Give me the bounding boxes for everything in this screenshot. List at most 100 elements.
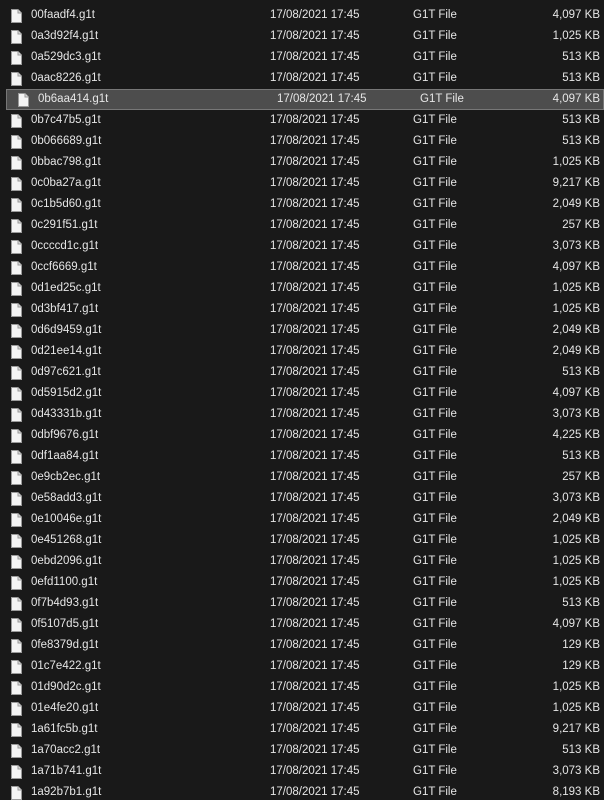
file-icon [11, 387, 22, 401]
file-row[interactable]: 0bbac798.g1t 17/08/2021 17:45 G1T File 1,02… [0, 152, 604, 173]
file-row[interactable]: 0c1b5d60.g1t 17/08/2021 17:45 G1T File 2,04… [0, 194, 604, 215]
file-icon [11, 135, 22, 149]
file-icon [11, 345, 22, 359]
file-row[interactable]: 0b6aa414.g1t 17/08/2021 17:45 G1T File 4,09… [6, 89, 604, 110]
file-row[interactable]: 1a92b7b1.g1t 17/08/2021 17:45 G1T File 8,19… [0, 782, 604, 800]
file-row[interactable]: 0ccccd1c.g1t 17/08/2021 17:45 G1T File 3,07… [0, 236, 604, 257]
file-type: G1T File [413, 261, 457, 273]
file-size: 513 KB [562, 51, 600, 63]
file-icon [11, 450, 22, 464]
file-name: 0e10046e.g1t [31, 513, 102, 525]
file-size: 1,025 KB [552, 156, 600, 168]
file-name: 0b6aa414.g1t [38, 93, 109, 105]
file-row[interactable]: 0d3bf417.g1t 17/08/2021 17:45 G1T File 1,02… [0, 299, 604, 320]
file-type: G1T File [413, 282, 457, 294]
file-size: 3,073 KB [552, 765, 600, 777]
file-icon [11, 219, 22, 233]
file-size: 4,097 KB [552, 93, 600, 105]
file-name: 0e451268.g1t [31, 534, 102, 546]
file-date-modified: 17/08/2021 17:45 [270, 765, 360, 777]
file-type: G1T File [413, 534, 457, 546]
file-row[interactable]: 1a70acc2.g1t 17/08/2021 17:45 G1T File 513 … [0, 740, 604, 761]
file-row[interactable]: 0efd1100.g1t 17/08/2021 17:45 G1T File 1,02… [0, 572, 604, 593]
file-row[interactable]: 0d1ed25c.g1t 17/08/2021 17:45 G1T File 1,02… [0, 278, 604, 299]
file-icon [11, 534, 22, 548]
file-size: 1,025 KB [552, 534, 600, 546]
file-name: 1a61fc5b.g1t [31, 723, 98, 735]
file-icon [11, 240, 22, 254]
file-icon [18, 93, 29, 107]
file-row[interactable]: 0fe8379d.g1t 17/08/2021 17:45 G1T File 129 … [0, 635, 604, 656]
file-row[interactable]: 0d6d9459.g1t 17/08/2021 17:45 G1T File 2,04… [0, 320, 604, 341]
file-name: 0e58add3.g1t [31, 492, 102, 504]
file-icon [11, 30, 22, 44]
file-row[interactable]: 0dbf9676.g1t 17/08/2021 17:45 G1T File 4,22… [0, 425, 604, 446]
file-icon [11, 429, 22, 443]
file-row[interactable]: 0ccf6669.g1t 17/08/2021 17:45 G1T File 4,09… [0, 257, 604, 278]
file-row[interactable]: 0d43331b.g1t 17/08/2021 17:45 G1T File 3,07… [0, 404, 604, 425]
file-size: 4,097 KB [552, 387, 600, 399]
file-row[interactable]: 1a71b741.g1t 17/08/2021 17:45 G1T File 3,07… [0, 761, 604, 782]
file-row[interactable]: 01d90d2c.g1t 17/08/2021 17:45 G1T File 1,02… [0, 677, 604, 698]
file-type: G1T File [413, 555, 457, 567]
file-row[interactable]: 0aac8226.g1t 17/08/2021 17:45 G1T File 513 … [0, 68, 604, 89]
file-row[interactable]: 0f5107d5.g1t 17/08/2021 17:45 G1T File 4,09… [0, 614, 604, 635]
file-row[interactable]: 0d97c621.g1t 17/08/2021 17:45 G1T File 513 … [0, 362, 604, 383]
file-icon [11, 597, 22, 611]
file-icon [11, 324, 22, 338]
file-date-modified: 17/08/2021 17:45 [270, 408, 360, 420]
file-name: 01d90d2c.g1t [31, 681, 101, 693]
file-icon [11, 702, 22, 716]
file-name: 0c291f51.g1t [31, 219, 98, 231]
file-row[interactable]: 0df1aa84.g1t 17/08/2021 17:45 G1T File 513 … [0, 446, 604, 467]
file-size: 513 KB [562, 72, 600, 84]
file-name: 0d97c621.g1t [31, 366, 101, 378]
file-date-modified: 17/08/2021 17:45 [270, 744, 360, 756]
file-row[interactable]: 01c7e422.g1t 17/08/2021 17:45 G1T File 129 … [0, 656, 604, 677]
file-row[interactable]: 0e58add3.g1t 17/08/2021 17:45 G1T File 3,07… [0, 488, 604, 509]
file-date-modified: 17/08/2021 17:45 [270, 114, 360, 126]
file-size: 513 KB [562, 597, 600, 609]
file-row[interactable]: 0e10046e.g1t 17/08/2021 17:45 G1T File 2,04… [0, 509, 604, 530]
file-icon [11, 723, 22, 737]
file-type: G1T File [413, 366, 457, 378]
file-row[interactable]: 01e4fe20.g1t 17/08/2021 17:45 G1T File 1,02… [0, 698, 604, 719]
file-icon [11, 681, 22, 695]
file-size: 3,073 KB [552, 408, 600, 420]
file-row[interactable]: 00faadf4.g1t 17/08/2021 17:45 G1T File 4,09… [0, 5, 604, 26]
file-type: G1T File [413, 429, 457, 441]
file-icon [11, 618, 22, 632]
file-icon [11, 408, 22, 422]
file-row[interactable]: 1a61fc5b.g1t 17/08/2021 17:45 G1T File 9,21… [0, 719, 604, 740]
file-date-modified: 17/08/2021 17:45 [270, 9, 360, 21]
file-name: 0d5915d2.g1t [31, 387, 102, 399]
file-type: G1T File [413, 198, 457, 210]
file-date-modified: 17/08/2021 17:45 [270, 723, 360, 735]
file-row[interactable]: 0b066689.g1t 17/08/2021 17:45 G1T File 513 … [0, 131, 604, 152]
file-row[interactable]: 0ebd2096.g1t 17/08/2021 17:45 G1T File 1,02… [0, 551, 604, 572]
file-name: 01c7e422.g1t [31, 660, 101, 672]
file-date-modified: 17/08/2021 17:45 [270, 198, 360, 210]
file-row[interactable]: 0d5915d2.g1t 17/08/2021 17:45 G1T File 4,09… [0, 383, 604, 404]
file-name: 0ccccd1c.g1t [31, 240, 99, 252]
file-name: 0d3bf417.g1t [31, 303, 99, 315]
file-size: 257 KB [562, 471, 600, 483]
file-size: 4,225 KB [552, 429, 600, 441]
file-row[interactable]: 0a3d92f4.g1t 17/08/2021 17:45 G1T File 1,02… [0, 26, 604, 47]
file-row[interactable]: 0c291f51.g1t 17/08/2021 17:45 G1T File 257 … [0, 215, 604, 236]
file-icon [11, 471, 22, 485]
file-name: 1a71b741.g1t [31, 765, 102, 777]
file-icon [11, 513, 22, 527]
file-size: 2,049 KB [552, 324, 600, 336]
file-type: G1T File [413, 345, 457, 357]
file-size: 2,049 KB [552, 198, 600, 210]
file-row[interactable]: 0e451268.g1t 17/08/2021 17:45 G1T File 1,02… [0, 530, 604, 551]
file-row[interactable]: 0d21ee14.g1t 17/08/2021 17:45 G1T File 2,04… [0, 341, 604, 362]
file-row[interactable]: 0e9cb2ec.g1t 17/08/2021 17:45 G1T File 257 … [0, 467, 604, 488]
file-row[interactable]: 0a529dc3.g1t 17/08/2021 17:45 G1T File 513 … [0, 47, 604, 68]
file-row[interactable]: 0c0ba27a.g1t 17/08/2021 17:45 G1T File 9,21… [0, 173, 604, 194]
file-row[interactable]: 0f7b4d93.g1t 17/08/2021 17:45 G1T File 513 … [0, 593, 604, 614]
file-row[interactable]: 0b7c47b5.g1t 17/08/2021 17:45 G1T File 513 … [0, 110, 604, 131]
file-name: 0d43331b.g1t [31, 408, 102, 420]
file-type: G1T File [413, 765, 457, 777]
